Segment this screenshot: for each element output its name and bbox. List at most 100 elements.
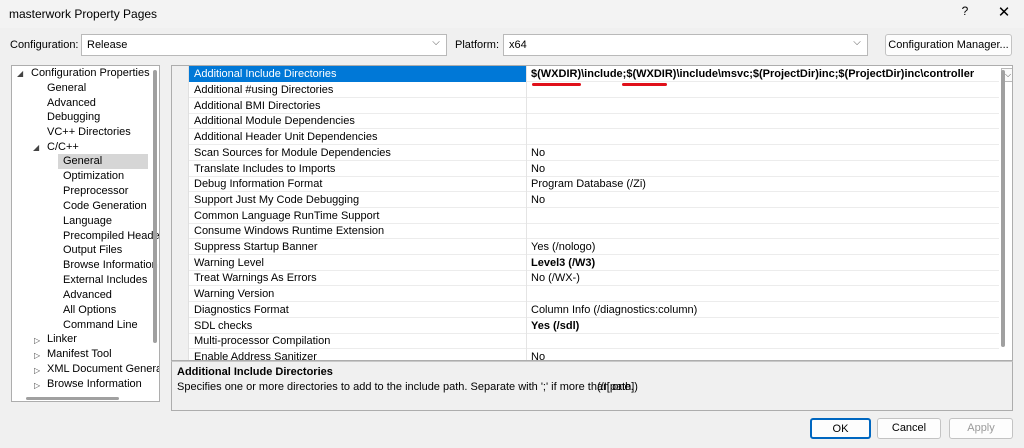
property-row[interactable]: Suppress Startup Banner Yes (/nologo)	[189, 239, 999, 255]
property-value[interactable]: No	[531, 163, 545, 175]
property-row[interactable]: Treat Warnings As Errors No (/WX-)	[189, 270, 999, 286]
property-row[interactable]: Warning Version	[189, 286, 999, 302]
property-row[interactable]: Diagnostics Format Column Info (/diagnos…	[189, 302, 999, 318]
property-row[interactable]: Additional Module Dependencies	[189, 113, 999, 129]
property-value[interactable]: Level3 (/W3)	[531, 257, 595, 269]
tree-item-preprocessor[interactable]: Preprocessor	[63, 184, 128, 199]
property-row[interactable]: Common Language RunTime Support	[189, 208, 999, 224]
tree-item-precompiled-headers[interactable]: Precompiled Heade	[63, 229, 159, 244]
tree-vertical-scrollbar[interactable]	[153, 70, 157, 343]
tree-item-code-generation[interactable]: Code Generation	[63, 199, 147, 214]
column-separator	[526, 302, 527, 318]
help-button[interactable]: ?	[955, 4, 975, 24]
tree-item-output-files[interactable]: Output Files	[63, 243, 122, 258]
tree-item-vc-directories[interactable]: VC++ Directories	[47, 125, 131, 140]
property-value[interactable]: Yes (/nologo)	[531, 241, 595, 253]
configuration-manager-button[interactable]: Configuration Manager...	[885, 34, 1012, 56]
property-row[interactable]: Translate Includes to Imports No	[189, 161, 999, 177]
property-row[interactable]: Warning Level Level3 (/W3)	[189, 255, 999, 271]
property-name: Translate Includes to Imports	[194, 163, 336, 175]
collapsed-arrow-icon[interactable]: ▷	[34, 366, 40, 375]
property-row[interactable]: Additional Header Unit Dependencies	[189, 129, 999, 145]
ok-button[interactable]: OK	[810, 418, 871, 439]
property-name: Suppress Startup Banner	[194, 241, 318, 253]
tree-item-command-line[interactable]: Command Line	[63, 318, 138, 333]
property-value[interactable]: No	[531, 147, 545, 159]
column-separator	[526, 239, 527, 255]
description-text: Specifies one or more directories to add…	[177, 381, 634, 393]
tree-item-manifest-tool[interactable]: Manifest Tool	[47, 347, 112, 362]
property-row[interactable]: Enable Address Sanitizer No	[189, 349, 999, 360]
property-row[interactable]: Scan Sources for Module Dependencies No	[189, 145, 999, 161]
tree-item-cpp-advanced[interactable]: Advanced	[63, 288, 112, 303]
column-separator	[526, 286, 527, 302]
expanded-arrow-icon[interactable]: ◢	[17, 69, 23, 78]
property-row[interactable]: Additional #using Directories	[189, 82, 999, 98]
tree-item-c-cpp[interactable]: C/C++	[47, 140, 79, 155]
tree-item-browse-information[interactable]: Browse Information	[63, 258, 158, 273]
apply-button[interactable]: Apply	[949, 418, 1013, 439]
configuration-value: Release	[87, 39, 128, 51]
property-value[interactable]: Yes (/sdl)	[531, 320, 579, 332]
column-separator	[526, 318, 527, 334]
column-separator	[526, 129, 527, 145]
column-separator	[526, 270, 527, 286]
column-separator	[526, 223, 527, 239]
property-row[interactable]: Multi-processor Compilation	[189, 333, 999, 349]
property-name: Additional Header Unit Dependencies	[194, 131, 378, 143]
chevron-down-icon: ⌵	[432, 37, 440, 48]
expanded-arrow-icon[interactable]: ◢	[33, 143, 39, 152]
platform-select[interactable]: x64 ⌵	[503, 34, 868, 56]
collapsed-arrow-icon[interactable]: ▷	[34, 381, 40, 390]
property-value[interactable]: $(WXDIR)\include;$(WXDIR)\include\msvc;$…	[531, 68, 974, 80]
tree-item-xml-document-generator[interactable]: XML Document Genera	[47, 362, 159, 377]
tree-item-advanced[interactable]: Advanced	[47, 96, 96, 111]
property-name: Common Language RunTime Support	[194, 210, 380, 222]
configuration-label: Configuration:	[10, 39, 79, 51]
grid-vertical-scrollbar[interactable]	[1001, 70, 1005, 347]
tree-item-all-options[interactable]: All Options	[63, 303, 116, 318]
tree-item-general[interactable]: General	[47, 81, 86, 96]
property-value[interactable]: Program Database (/Zi)	[531, 178, 646, 190]
property-grid[interactable]: Additional Include Directories $(WXDIR)\…	[171, 65, 1013, 361]
tree-item-external-includes[interactable]: External Includes	[63, 273, 147, 288]
property-value[interactable]: No	[531, 351, 545, 360]
property-name: Warning Version	[194, 288, 275, 300]
property-row[interactable]: SDL checks Yes (/sdl)	[189, 318, 999, 334]
grid-gutter	[172, 66, 189, 360]
close-button[interactable]: ✕	[992, 3, 1016, 23]
tree-horizontal-scrollbar[interactable]	[26, 397, 119, 400]
tree-item-browse-information-root[interactable]: Browse Information	[47, 377, 142, 392]
window-title: masterwork Property Pages	[9, 7, 158, 21]
property-name: Debug Information Format	[194, 178, 323, 190]
tree-item-language[interactable]: Language	[63, 214, 112, 229]
property-row[interactable]: Consume Windows Runtime Extension	[189, 223, 999, 239]
tree-item-cpp-general[interactable]: General	[58, 154, 148, 169]
chevron-down-icon: ⌵	[853, 37, 861, 48]
description-title: Additional Include Directories	[177, 366, 333, 378]
tree-item-linker[interactable]: Linker	[47, 332, 77, 347]
property-name: Warning Level	[194, 257, 264, 269]
column-separator	[526, 192, 527, 208]
property-name: Diagnostics Format	[194, 304, 289, 316]
tree-item-optimization[interactable]: Optimization	[63, 169, 124, 184]
property-row[interactable]: Debug Information Format Program Databas…	[189, 176, 999, 192]
configuration-select[interactable]: Release ⌵	[81, 34, 447, 56]
property-tree[interactable]: ◢ Configuration Properties General Advan…	[11, 65, 160, 402]
cancel-button[interactable]: Cancel	[877, 418, 941, 439]
property-name: Scan Sources for Module Dependencies	[194, 147, 391, 159]
property-row[interactable]: Support Just My Code Debugging No	[189, 192, 999, 208]
tree-item-debugging[interactable]: Debugging	[47, 110, 100, 125]
property-row[interactable]: Additional Include Directories $(WXDIR)\…	[189, 66, 1012, 82]
collapsed-arrow-icon[interactable]: ▷	[34, 336, 40, 345]
property-value[interactable]: Column Info (/diagnostics:column)	[531, 304, 697, 316]
tree-item-configuration-properties[interactable]: Configuration Properties	[31, 66, 150, 81]
collapsed-arrow-icon[interactable]: ▷	[34, 351, 40, 360]
column-separator	[526, 113, 527, 129]
property-value[interactable]: No (/WX-)	[531, 272, 580, 284]
property-row[interactable]: Additional BMI Directories	[189, 98, 999, 114]
property-value[interactable]: No	[531, 194, 545, 206]
column-separator	[526, 98, 527, 114]
column-separator	[526, 176, 527, 192]
property-name: Additional Module Dependencies	[194, 115, 355, 127]
